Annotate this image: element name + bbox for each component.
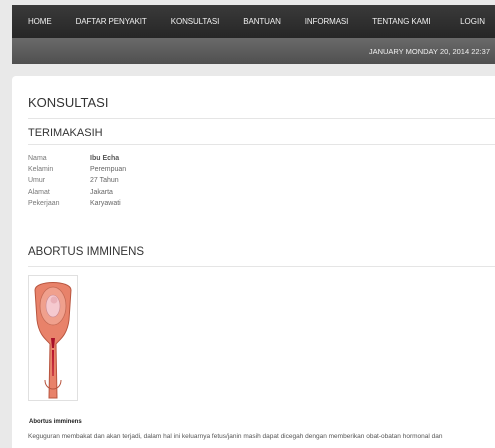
- info-label: Pekerjaan: [28, 199, 60, 207]
- info-row-kelamin: Kelamin Perempuan: [28, 164, 126, 175]
- nav-informasi[interactable]: INFORMASI: [293, 5, 361, 38]
- patient-age: 27 Tahun: [90, 177, 119, 185]
- nav-daftar-penyakit[interactable]: DAFTAR PENYAKIT: [64, 5, 159, 38]
- nav-bantuan[interactable]: BANTUAN: [231, 5, 293, 38]
- info-row-pekerjaan: Pekerjaan Karyawati: [28, 198, 126, 209]
- info-label: Nama: [28, 155, 47, 163]
- patient-name: Ibu Echa: [90, 155, 120, 163]
- patient-occupation: Karyawati: [90, 199, 121, 207]
- uterus-illustration-icon: [34, 282, 72, 399]
- date-bar: JANUARY MONDAY 20, 2014 22:37: [12, 38, 495, 64]
- info-row-alamat: Alamat Jakarta: [28, 187, 126, 198]
- diagnosis-divider: [28, 266, 495, 267]
- nav-konsultasi[interactable]: KONSULTASI: [159, 5, 232, 38]
- info-label: Kelamin: [28, 166, 54, 174]
- top-navigation-bar: HOME DAFTAR PENYAKIT KONSULTASI BANTUAN …: [12, 5, 495, 39]
- nav-tentang-kami[interactable]: TENTANG KAMI: [360, 5, 442, 38]
- content-panel: KONSULTASI TERIMAKASIH Nama Ibu Echa Kel…: [12, 76, 495, 448]
- login-link[interactable]: LOGIN: [460, 17, 495, 26]
- patient-gender: Perempuan: [90, 166, 127, 174]
- info-label: Umur: [28, 177, 46, 185]
- info-row-nama: Nama Ibu Echa: [28, 153, 126, 164]
- diagnosis-description: Keguguran membakat dan akan terjadi, dal…: [28, 433, 443, 440]
- thanks-divider: [28, 144, 495, 145]
- page-title: KONSULTASI: [28, 95, 109, 110]
- thanks-heading: TERIMAKASIH: [28, 127, 103, 139]
- patient-address: Jakarta: [90, 188, 113, 196]
- diagnosis-heading: ABORTUS IMMINENS: [28, 246, 145, 258]
- patient-info: Nama Ibu Echa Kelamin Perempuan Umur 27 …: [28, 153, 126, 209]
- diagnosis-illustration: [28, 275, 78, 401]
- main-nav: HOME DAFTAR PENYAKIT KONSULTASI BANTUAN …: [12, 5, 443, 38]
- info-label: Alamat: [28, 188, 50, 196]
- nav-home[interactable]: HOME: [12, 5, 64, 38]
- title-divider: [28, 118, 495, 119]
- info-row-umur: Umur 27 Tahun: [28, 175, 126, 186]
- figure-caption: Abortus imminens: [29, 419, 82, 425]
- current-datetime: JANUARY MONDAY 20, 2014 22:37: [368, 46, 490, 56]
